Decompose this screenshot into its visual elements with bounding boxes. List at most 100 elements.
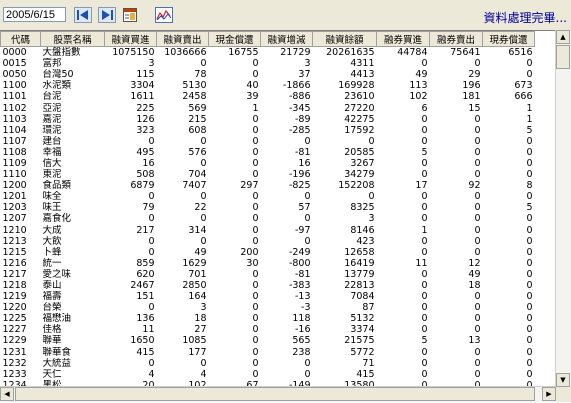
stock-code-cell: 1102 bbox=[2, 102, 27, 114]
table-row[interactable]: 1104 環泥 323 608 0 -285 17592 0 0 5 bbox=[1, 125, 535, 136]
value-cell: 13 bbox=[468, 335, 481, 347]
value-cell: 21575 bbox=[344, 335, 375, 347]
table-row[interactable]: 1231 聯華食 415 177 0 238 5772 0 0 0 bbox=[1, 347, 535, 358]
value-cell: 4 bbox=[200, 368, 207, 380]
stock-code-cell: 1100 bbox=[2, 80, 27, 92]
table-row[interactable]: 1201 味全 0 0 0 0 0 0 0 0 bbox=[1, 191, 535, 202]
value-cell: -249 bbox=[288, 246, 311, 258]
table-row[interactable]: 1203 味王 79 22 0 57 8325 0 0 5 bbox=[1, 202, 535, 213]
stock-name-cell: 大飲 bbox=[42, 235, 62, 247]
table-row[interactable]: 1227 佳格 11 27 0 -16 3374 0 0 0 bbox=[1, 324, 535, 335]
stock-name-cell: 嘉食化 bbox=[42, 213, 72, 225]
table-row[interactable]: 1101 台泥 1611 2458 39 -886 23610 102 181 666 bbox=[1, 91, 535, 102]
column-header[interactable]: 融資增減 bbox=[260, 31, 313, 47]
vertical-scrollbar[interactable]: ▲ ▼ bbox=[555, 30, 571, 387]
value-cell: 113 bbox=[409, 80, 428, 92]
table-row[interactable]: 1102 亞泥 225 569 1 -345 27220 6 15 1 bbox=[1, 102, 535, 114]
table-row[interactable]: 0015 富邦 3 0 0 3 4311 0 0 0 bbox=[1, 58, 535, 69]
table-row[interactable]: 1107 建台 0 0 0 0 0 0 0 0 bbox=[1, 136, 535, 147]
value-cell: 0 bbox=[368, 135, 375, 147]
value-cell: 0 bbox=[474, 135, 481, 147]
document-icon bbox=[123, 8, 137, 22]
scroll-right-button[interactable]: ▶ bbox=[542, 387, 556, 401]
table-row[interactable]: 1109 信大 16 0 0 16 3267 0 0 0 bbox=[1, 158, 535, 169]
value-cell: 0 bbox=[474, 313, 481, 325]
value-cell: 21729 bbox=[280, 47, 311, 59]
table-row[interactable]: 1232 大統益 0 0 0 0 71 0 0 0 bbox=[1, 358, 535, 369]
value-cell: 39 bbox=[246, 91, 259, 103]
table-row[interactable]: 1210 大成 217 314 0 -97 8146 1 0 0 bbox=[1, 225, 535, 236]
value-cell: -1866 bbox=[282, 80, 311, 92]
value-cell: 0 bbox=[526, 235, 533, 247]
table-row[interactable]: 0000 大盤指數 1075150 1036666 16755 21729 20261635… bbox=[1, 47, 535, 59]
date-field[interactable]: 2005/6/15 bbox=[3, 7, 66, 22]
column-header[interactable]: 股票名稱 bbox=[40, 31, 105, 47]
stock-code-cell: 1229 bbox=[2, 335, 27, 347]
stock-code-cell: 1231 bbox=[2, 346, 27, 358]
column-header[interactable]: 融資買進 bbox=[104, 31, 157, 47]
table-row[interactable]: 1207 嘉食化 0 0 0 0 3 0 0 0 bbox=[1, 213, 535, 224]
value-cell: 2467 bbox=[130, 280, 155, 292]
chart-button[interactable] bbox=[154, 6, 174, 24]
value-cell: 0 bbox=[252, 280, 259, 292]
scroll-down-button[interactable]: ▼ bbox=[556, 373, 570, 387]
table-row[interactable]: 1218 泰山 2467 2850 0 -383 22813 0 18 0 bbox=[1, 280, 535, 291]
table-row[interactable]: 1213 大飲 0 0 0 0 423 0 0 0 bbox=[1, 236, 535, 247]
stock-code-cell: 1104 bbox=[2, 124, 27, 136]
value-cell: 0 bbox=[526, 346, 533, 358]
value-cell: 1650 bbox=[130, 335, 155, 347]
previous-day-button[interactable] bbox=[73, 6, 93, 24]
table-row[interactable]: 1110 東泥 508 704 0 -196 34279 0 0 0 bbox=[1, 169, 535, 180]
table-row[interactable]: 1100 水泥類 3304 5130 40 -1866 169928 113 196 673 bbox=[1, 80, 535, 91]
column-header[interactable]: 現券償還 bbox=[482, 31, 535, 47]
value-cell: 27 bbox=[194, 324, 207, 336]
column-header[interactable]: 融資賣出 bbox=[156, 31, 209, 47]
stock-name-cell: 大成 bbox=[42, 224, 62, 236]
table-row[interactable]: 1233 天仁 4 4 0 0 415 0 0 0 bbox=[1, 369, 535, 380]
column-header[interactable]: 現金償還 bbox=[208, 31, 261, 47]
table-row[interactable]: 1229 聯華 1650 1085 0 565 21575 5 13 0 bbox=[1, 335, 535, 346]
value-cell: 79 bbox=[142, 202, 155, 214]
value-cell: 5 bbox=[526, 202, 533, 214]
vertical-scroll-thumb[interactable] bbox=[556, 45, 570, 69]
value-cell: 0 bbox=[421, 169, 428, 181]
value-cell: 0 bbox=[421, 213, 428, 225]
stock-name-cell: 大盤指數 bbox=[42, 47, 81, 59]
value-cell: 0 bbox=[200, 191, 207, 203]
table-row[interactable]: 1219 福壽 151 164 0 -13 7084 0 0 0 bbox=[1, 291, 535, 302]
table-row[interactable]: 1108 幸福 495 576 0 -81 20585 5 0 0 bbox=[1, 147, 535, 158]
table-row[interactable]: 1215 卜蜂 0 49 200 -249 12658 0 0 0 bbox=[1, 247, 535, 258]
value-cell: 0 bbox=[252, 346, 259, 358]
value-cell: 92 bbox=[468, 180, 481, 192]
value-cell: 16755 bbox=[228, 47, 259, 59]
table-row[interactable]: 1220 台榮 0 3 0 -3 87 0 0 0 bbox=[1, 302, 535, 313]
stock-code-cell: 1107 bbox=[2, 135, 27, 147]
column-header[interactable]: 代碼 bbox=[0, 31, 41, 47]
stock-name-cell: 水泥類 bbox=[42, 80, 72, 92]
value-cell: 0 bbox=[474, 146, 481, 158]
stock-name-cell: 愛之味 bbox=[42, 268, 72, 280]
value-cell: 18 bbox=[194, 313, 207, 325]
scroll-left-button[interactable]: ◀ bbox=[0, 387, 14, 401]
export-button[interactable] bbox=[120, 6, 140, 24]
value-cell: 3304 bbox=[130, 80, 155, 92]
column-header[interactable]: 融券買進 bbox=[376, 31, 430, 47]
column-header[interactable]: 融資餘額 bbox=[312, 31, 377, 47]
stock-code-cell: 1216 bbox=[2, 257, 27, 269]
data-grid[interactable]: 代碼 股票名稱 融資買進 融資賣出 現金償還 融資增減 融資餘額 融券買進 融券賣出 現券償還 0… bbox=[0, 30, 571, 403]
value-cell: 0 bbox=[252, 268, 259, 280]
column-header[interactable]: 融券賣出 bbox=[429, 31, 483, 47]
table-row[interactable]: 1216 統一 859 1629 30 -800 16419 11 12 0 bbox=[1, 258, 535, 269]
next-day-button[interactable] bbox=[97, 6, 117, 24]
horizontal-scrollbar[interactable]: ◀ ▶ bbox=[0, 386, 556, 402]
table-row[interactable]: 0050 台灣50 115 78 0 37 4413 49 29 0 bbox=[1, 69, 535, 80]
table-row[interactable]: 1225 福懋油 136 18 0 118 5132 0 0 0 bbox=[1, 313, 535, 324]
horizontal-scroll-thumb[interactable] bbox=[15, 387, 535, 401]
scroll-up-button[interactable]: ▲ bbox=[556, 30, 570, 44]
table-row[interactable]: 1200 食品類 6879 7407 297 -825 152208 17 92 8 bbox=[1, 180, 535, 191]
value-cell: 0 bbox=[421, 235, 428, 247]
table-row[interactable]: 1103 嘉泥 126 215 0 -89 42275 0 0 1 bbox=[1, 114, 535, 125]
table-row[interactable]: 1217 愛之味 620 701 0 -81 13779 0 49 0 bbox=[1, 269, 535, 280]
value-cell: 20585 bbox=[344, 146, 375, 158]
value-cell: -285 bbox=[288, 124, 311, 136]
